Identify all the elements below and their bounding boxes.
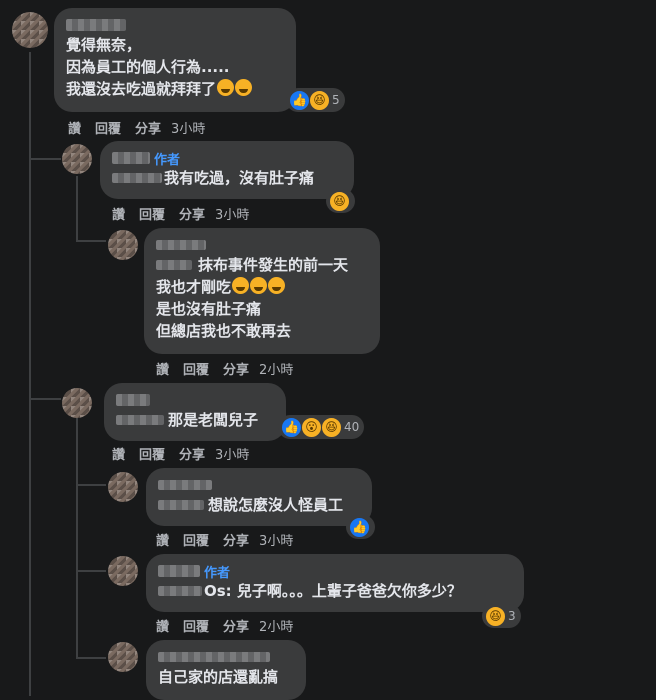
crying-emoji-icon: [235, 79, 253, 96]
haha-icon: 😆: [321, 416, 342, 438]
haha-icon: 😆: [309, 89, 330, 111]
like-button[interactable]: 讚: [112, 444, 125, 463]
crying-emoji-icon: [217, 79, 235, 96]
reply-button[interactable]: 回覆: [183, 530, 209, 549]
reaction-count: 3: [508, 609, 516, 623]
commenter-name[interactable]: [158, 565, 200, 577]
avatar[interactable]: [108, 472, 138, 502]
timestamp[interactable]: 3小時: [259, 530, 293, 549]
comment-text: 覺得無奈，: [66, 36, 142, 54]
haha-icon: 😆: [329, 190, 350, 212]
wow-icon: 😮: [301, 416, 322, 438]
commenter-name[interactable]: [116, 391, 274, 409]
reaction-summary[interactable]: 😆: [326, 189, 355, 213]
reply-button[interactable]: 回覆: [139, 444, 165, 463]
like-button[interactable]: 讚: [112, 204, 125, 223]
timestamp[interactable]: 2小時: [259, 616, 293, 635]
comment-text: 因為員工的個人行為.....: [66, 58, 230, 76]
comment-text: 那是老闆兒子: [116, 409, 274, 431]
avatar[interactable]: [62, 144, 92, 174]
share-button[interactable]: 分享: [223, 616, 249, 635]
author-badge: 作者: [204, 565, 231, 581]
comment-bubble: 那是老闆兒子: [104, 383, 286, 441]
like-button[interactable]: 讚: [156, 359, 169, 378]
like-button[interactable]: 讚: [68, 118, 81, 137]
comment-bubble: 自己家的店還亂搞: [146, 640, 306, 700]
comment-text: Os: 兒子啊。。。上輩子爸爸欠你多少？: [158, 580, 512, 602]
reaction-summary[interactable]: 👍: [346, 515, 375, 539]
comment-text: 是也沒有肚子痛: [156, 300, 262, 318]
avatar[interactable]: [108, 642, 138, 672]
reply-button[interactable]: 回覆: [183, 616, 209, 635]
haha-icon: 😆: [485, 605, 506, 627]
reply-button[interactable]: 回覆: [139, 204, 165, 223]
share-button[interactable]: 分享: [179, 204, 205, 223]
commenter-name[interactable]: [112, 152, 150, 164]
timestamp[interactable]: 3小時: [215, 444, 249, 463]
comment-text: 自己家的店還亂搞: [158, 668, 279, 686]
comment-actions: 讚 回覆 分享 3小時: [68, 117, 205, 137]
thread-line-sub-branch: [76, 484, 106, 486]
like-button[interactable]: 讚: [156, 530, 169, 549]
thread-line-main: [29, 52, 31, 696]
comment-bubble: 作者 我有吃過，沒有肚子痛: [100, 141, 354, 199]
avatar[interactable]: [108, 230, 138, 260]
comment-bubble: 想說怎麼沒人怪員工: [146, 468, 372, 526]
grinning-sweat-emoji-icon: [268, 277, 286, 294]
reply-button[interactable]: 回覆: [183, 359, 209, 378]
thread-line-branch: [31, 398, 61, 400]
thread-line-sub-branch: [76, 570, 106, 572]
comment-text: 抹布事件發生的前一天: [156, 254, 368, 276]
comment-actions: 讚 回覆 分享 3小時: [156, 529, 293, 549]
reaction-summary[interactable]: 😆 3: [482, 604, 521, 628]
timestamp[interactable]: 3小時: [215, 204, 249, 223]
share-button[interactable]: 分享: [223, 359, 249, 378]
like-button[interactable]: 讚: [156, 616, 169, 635]
author-badge: 作者: [154, 152, 181, 168]
comment-bubble: 作者 Os: 兒子啊。。。上輩子爸爸欠你多少？: [146, 554, 524, 612]
avatar[interactable]: [62, 388, 92, 418]
comment-text: 我有吃過，沒有肚子痛: [112, 167, 342, 189]
grinning-sweat-emoji-icon: [232, 277, 250, 294]
reaction-count: 5: [332, 93, 340, 107]
share-button[interactable]: 分享: [223, 530, 249, 549]
comment-text: 但總店我也不敢再去: [156, 322, 292, 340]
avatar[interactable]: [12, 12, 48, 48]
comment-bubble: 覺得無奈， 因為員工的個人行為..... 我還沒去吃過就拜拜了: [54, 8, 296, 112]
like-icon: 👍: [289, 89, 310, 111]
like-icon: 👍: [349, 516, 370, 538]
thread-line-sub-branch: [76, 657, 106, 659]
comment-actions: 讚 回覆 分享 2小時: [156, 615, 293, 635]
share-button[interactable]: 分享: [135, 118, 161, 137]
comment-actions: 讚 回覆 分享 3小時: [112, 203, 249, 223]
reply-button[interactable]: 回覆: [95, 118, 121, 137]
comment-actions: 讚 回覆 分享 2小時: [156, 358, 293, 378]
grinning-sweat-emoji-icon: [250, 277, 268, 294]
comment-bubble: 抹布事件發生的前一天 我也才剛吃 是也沒有肚子痛 但總店我也不敢再去: [144, 228, 380, 354]
commenter-name[interactable]: [156, 236, 368, 254]
like-icon: 👍: [281, 416, 302, 438]
comment-text: 我還沒去吃過就拜拜了: [66, 78, 284, 100]
thread-line-sub-branch: [76, 240, 106, 242]
reaction-summary[interactable]: 👍 😮 😆 40: [278, 415, 365, 439]
reaction-count: 40: [344, 420, 360, 434]
comment-text: 想說怎麼沒人怪員工: [158, 494, 360, 516]
avatar[interactable]: [108, 556, 138, 586]
comment-text: 我也才剛吃: [156, 276, 368, 298]
thread-line-sub: [76, 418, 78, 658]
timestamp[interactable]: 2小時: [259, 359, 293, 378]
thread-line-branch: [31, 158, 61, 160]
commenter-name[interactable]: [158, 476, 360, 494]
commenter-name[interactable]: [66, 16, 284, 34]
commenter-name[interactable]: [158, 648, 294, 666]
comment-actions: 讚 回覆 分享 3小時: [112, 443, 249, 463]
timestamp[interactable]: 3小時: [171, 118, 205, 137]
thread-line-sub: [76, 176, 78, 240]
reaction-summary[interactable]: 👍 😆 5: [286, 88, 345, 112]
share-button[interactable]: 分享: [179, 444, 205, 463]
